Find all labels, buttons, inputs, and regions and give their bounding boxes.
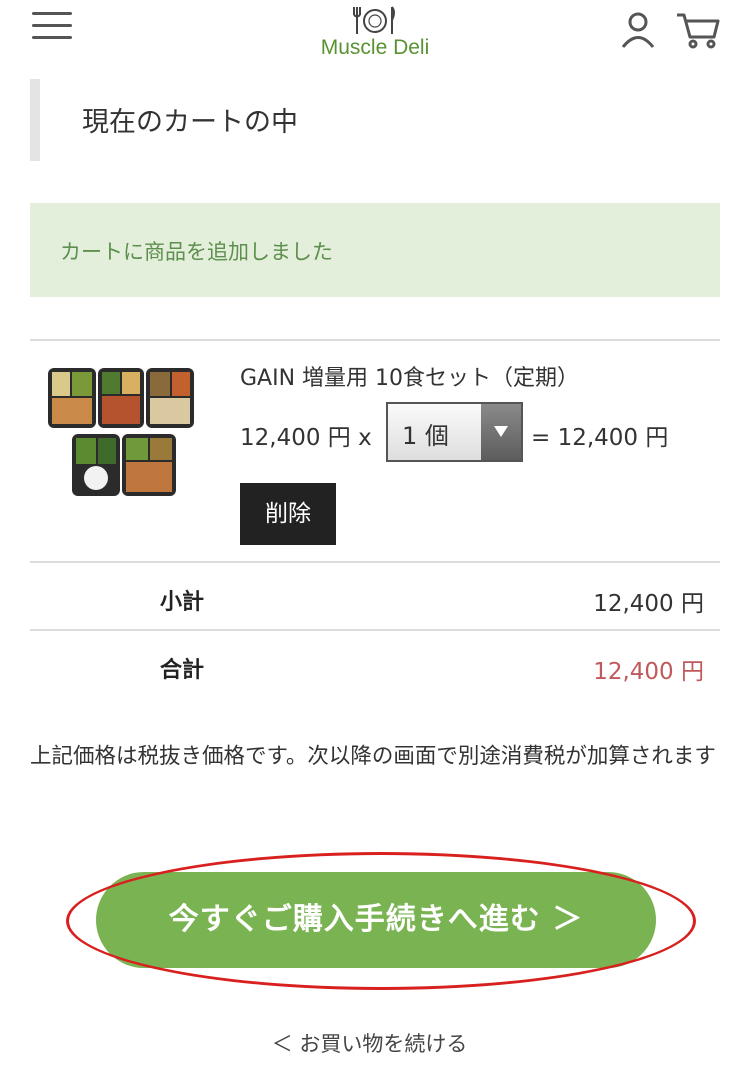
logo-text: Muscle Deli — [320, 36, 430, 59]
product-image[interactable] — [46, 364, 198, 500]
tax-note: 上記価格は税抜き価格です。次以降の画面で別途消費税が加算されます — [30, 744, 716, 769]
subtotal-value: 12,400 円 — [593, 591, 704, 617]
divider — [30, 629, 720, 631]
menu-icon[interactable] — [32, 12, 72, 46]
line-total: = 12,400 円 — [531, 425, 669, 451]
dropdown-arrow-icon — [481, 404, 521, 460]
page-title: 現在のカートの中 — [82, 107, 298, 138]
subtotal-label: 小計 — [160, 590, 205, 615]
quantity-select[interactable]: 1 個 — [386, 402, 523, 462]
user-icon[interactable] — [618, 10, 658, 50]
logo-cutlery-icon — [353, 6, 395, 34]
highlight-circle — [66, 852, 696, 990]
title-accent-bar — [30, 79, 40, 161]
total-label: 合計 — [160, 658, 205, 683]
divider — [30, 561, 720, 563]
continue-shopping-link[interactable]: ＜ お買い物を続ける — [0, 1028, 739, 1058]
unit-price: 12,400 円 x — [240, 425, 372, 451]
site-logo[interactable]: Muscle Deli — [300, 4, 450, 64]
delete-button[interactable]: 削除 — [240, 483, 336, 545]
product-name[interactable]: GAIN 増量用 10食セット（定期） — [240, 360, 579, 392]
cart-icon[interactable] — [674, 10, 722, 50]
alert-message: カートに商品を追加しました — [60, 240, 333, 264]
success-alert: カートに商品を追加しました — [30, 203, 720, 297]
quantity-value: 1 個 — [402, 422, 449, 450]
divider — [30, 339, 720, 341]
total-value: 12,400 円 — [593, 659, 704, 685]
